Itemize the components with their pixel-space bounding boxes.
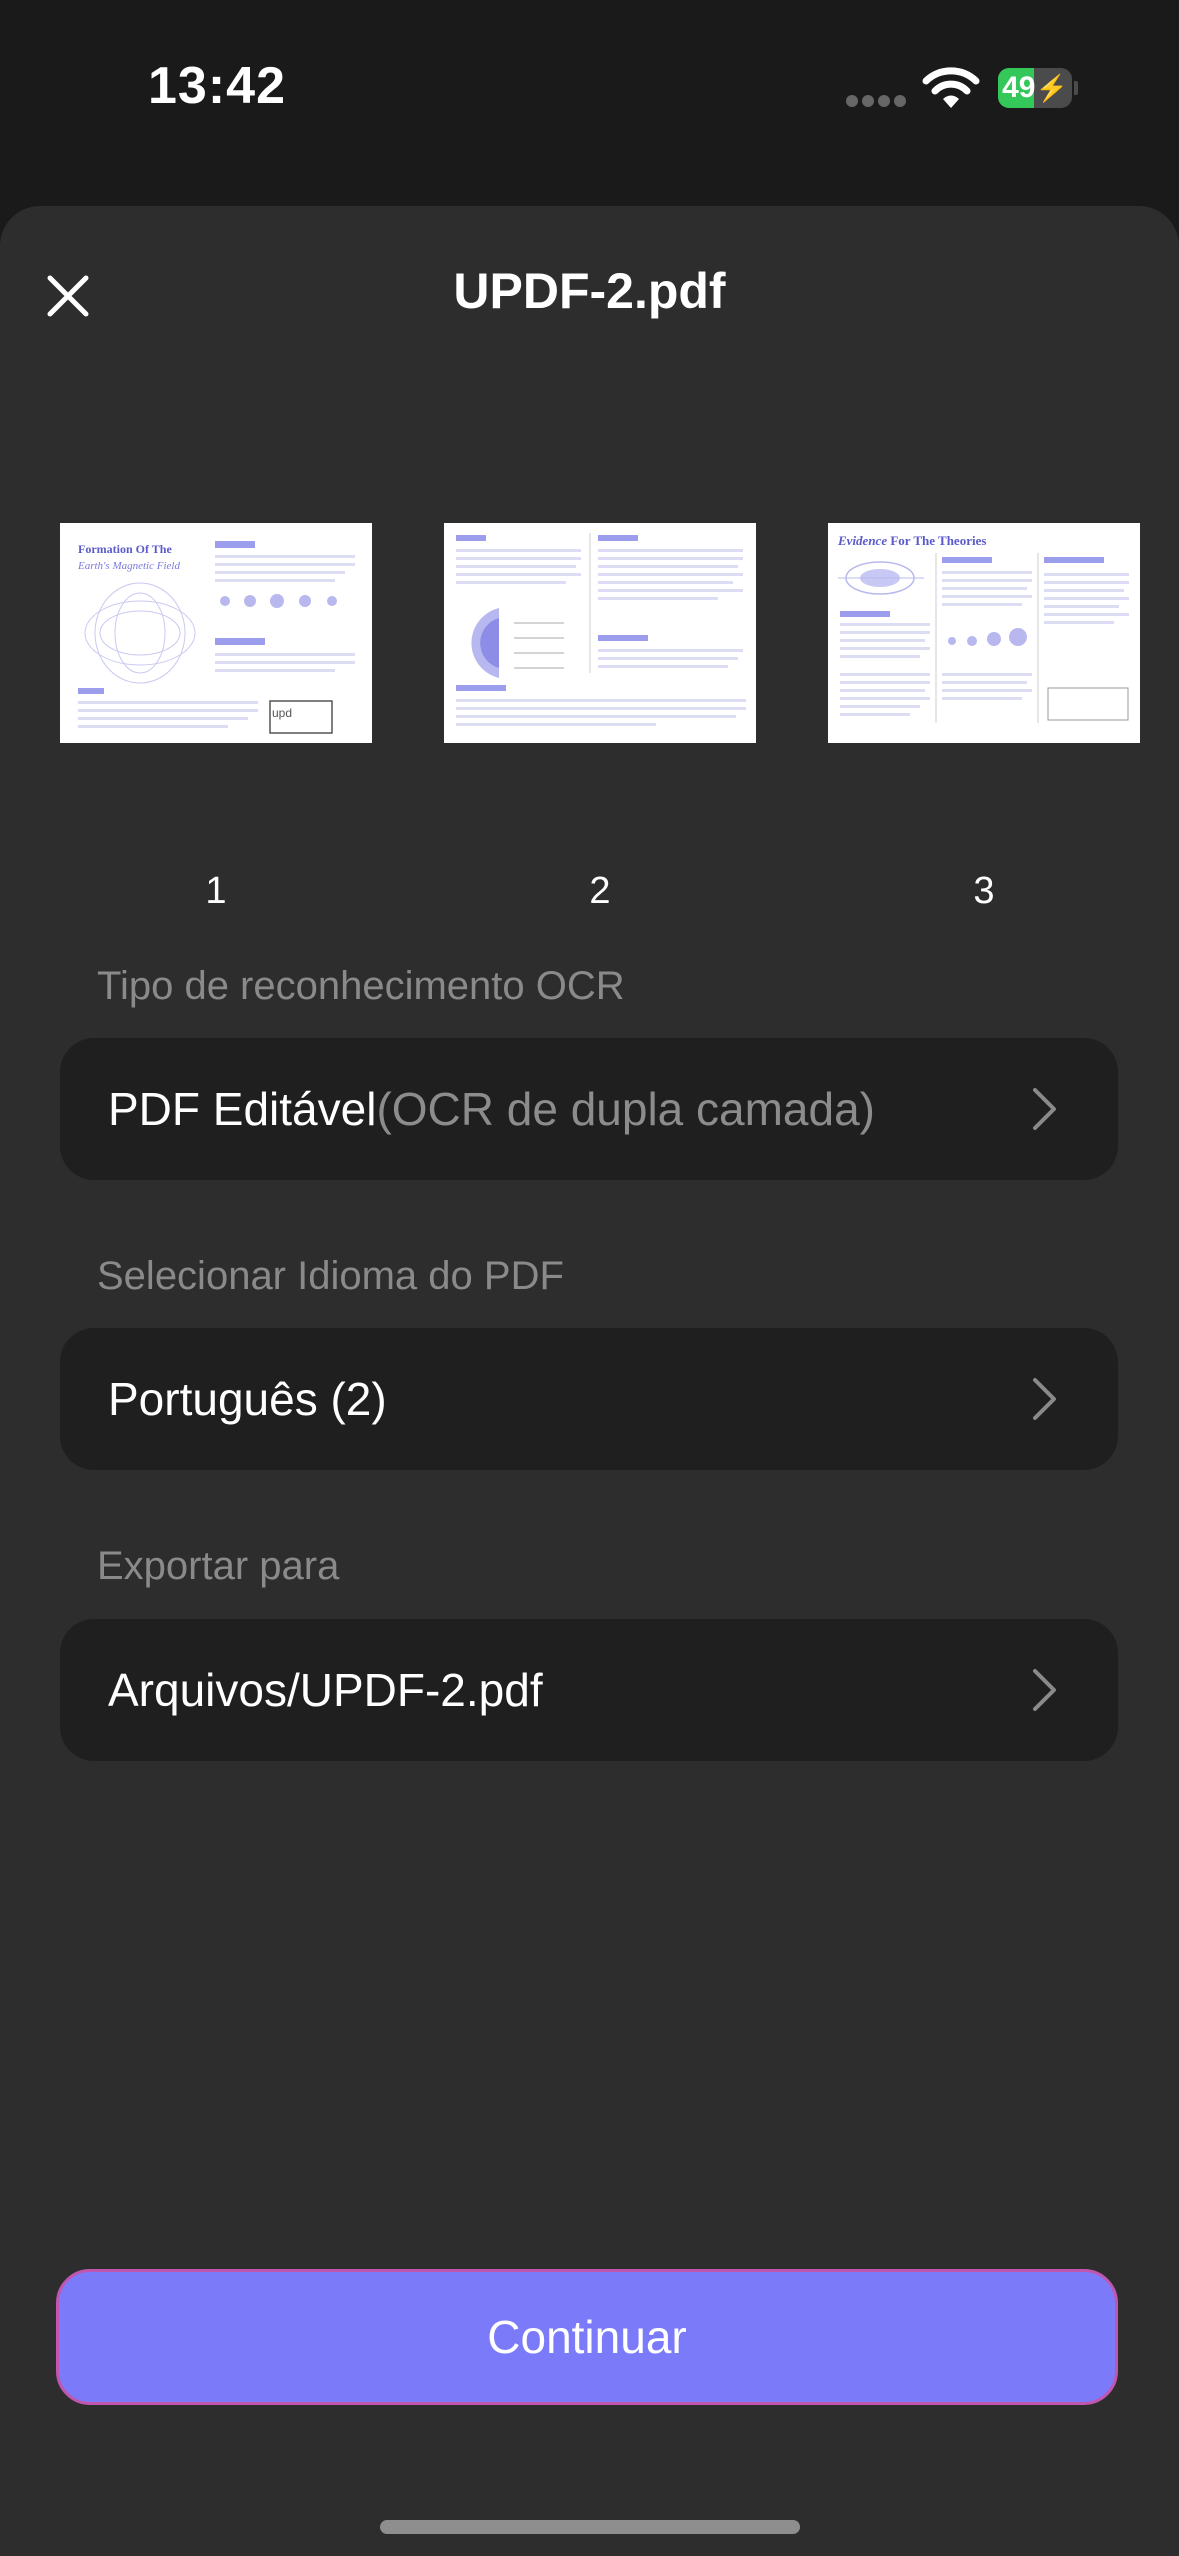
continue-button-label: Continuar [487,2311,687,2363]
ocr-type-value: PDF Editável [108,1083,377,1135]
language-selector[interactable]: Português (2) [60,1328,1118,1470]
ocr-sheet: UPDF-2.pdf Formation Of The Earth's Magn… [0,206,1179,2556]
export-label: Exportar para [97,1544,340,1588]
page-number-1: 1 [205,870,227,912]
continue-button[interactable]: Continuar [56,2269,1118,2405]
status-time: 13:42 [148,57,286,115]
thumbnail-1-subheading: Earth's Magnetic Field [77,560,180,572]
language-label: Selecionar Idioma do PDF [97,1254,564,1298]
page-thumbnail-1[interactable]: Formation Of The Earth's Magnetic Field … [60,523,372,743]
cellular-signal-icon [846,95,908,107]
battery-level-text: 49⚡ [1002,71,1068,104]
export-value: Arquivos/UPDF-2.pdf [108,1664,543,1716]
wifi-icon [922,67,980,108]
chevron-right-icon [1033,1669,1056,1711]
battery-icon: 49⚡ [998,68,1078,108]
svg-text:upd: upd [272,706,292,720]
language-value: Português (2) [108,1373,387,1425]
svg-text:Evidence For The Theories: Evidence For The Theories [837,533,986,548]
page-thumbnail-2[interactable] [444,523,756,743]
chevron-right-icon [1033,1378,1056,1420]
ocr-type-detail: (OCR de dupla camada) [376,1083,876,1135]
export-destination-selector[interactable]: Arquivos/UPDF-2.pdf [60,1619,1118,1761]
ocr-type-selector[interactable]: PDF Editável(OCR de dupla camada) [60,1038,1118,1180]
page-thumbnail-3[interactable]: Evidence For The Theories [828,523,1140,743]
home-indicator [380,2520,800,2534]
ocr-type-label: Tipo de reconhecimento OCR [97,964,625,1008]
page-number-2: 2 [589,870,611,912]
thumbnail-1-heading: Formation Of The [78,542,172,556]
status-bar: 13:42 49⚡ [0,0,1179,180]
page-title: UPDF-2.pdf [453,263,726,319]
page-number-3: 3 [973,870,995,912]
chevron-right-icon [1033,1088,1056,1130]
